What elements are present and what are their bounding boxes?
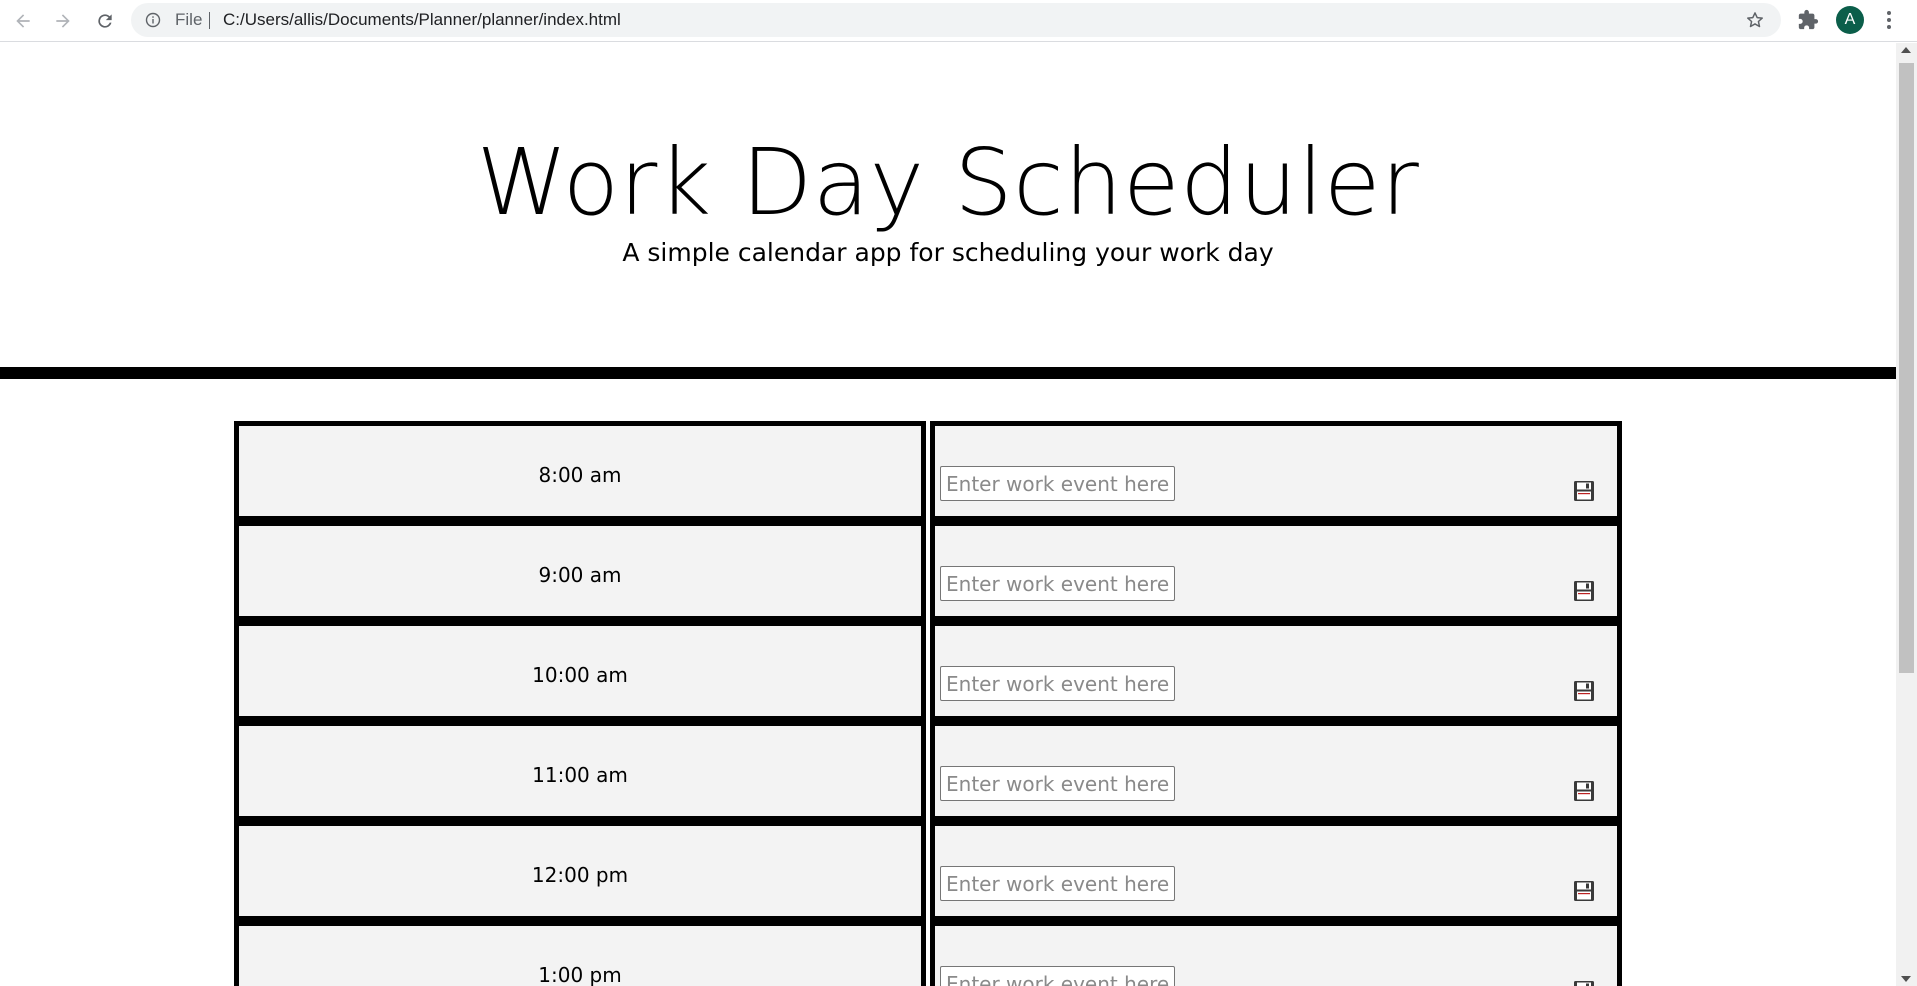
floppy-disk-icon (1574, 781, 1594, 801)
floppy-disk-icon (1574, 981, 1594, 986)
event-cell (930, 521, 1622, 621)
time-block-row: 11:00 am (234, 721, 1622, 821)
hour-label: 8:00 am (538, 463, 622, 487)
event-cell (930, 421, 1622, 521)
hour-cell: 1:00 pm (234, 921, 926, 986)
info-icon[interactable] (145, 12, 161, 28)
scroll-down-arrow-icon[interactable] (1901, 976, 1911, 982)
url-text[interactable]: C:/Users/allis/Documents/Planner/planner… (223, 3, 621, 37)
save-button[interactable] (1571, 679, 1597, 705)
event-cell (930, 821, 1622, 921)
hour-label: 1:00 pm (538, 963, 622, 986)
hour-label: 12:00 pm (531, 863, 629, 887)
hour-cell: 9:00 am (234, 521, 926, 621)
save-button[interactable] (1571, 579, 1597, 605)
save-button[interactable] (1571, 779, 1597, 805)
back-button[interactable] (8, 6, 38, 36)
forward-icon (56, 14, 70, 28)
header: Work Day Scheduler A simple calendar app… (0, 43, 1896, 367)
schedule-table: 8:00 am 9:00 am 10:00 am 11:00 am 12:00 pm 1:… (234, 421, 1622, 986)
page-subtitle: A simple calendar app for scheduling you… (622, 238, 1274, 267)
profile-avatar[interactable]: A (1836, 6, 1864, 34)
save-button[interactable] (1571, 879, 1597, 905)
header-divider (0, 367, 1896, 379)
hour-cell: 8:00 am (234, 421, 926, 521)
back-icon (16, 14, 30, 28)
time-block-row: 12:00 pm (234, 821, 1622, 921)
floppy-disk-icon (1574, 681, 1594, 701)
menu-icon[interactable] (1882, 8, 1896, 32)
browser-toolbar: File C:/Users/allis/Documents/Planner/pl… (0, 0, 1917, 42)
time-block-row: 9:00 am (234, 521, 1622, 621)
event-input[interactable] (940, 466, 1175, 501)
event-input[interactable] (940, 566, 1175, 601)
event-cell (930, 621, 1622, 721)
star-icon[interactable] (1745, 10, 1765, 30)
floppy-disk-icon (1574, 581, 1594, 601)
omnibox-separator (209, 12, 210, 29)
address-bar[interactable]: File C:/Users/allis/Documents/Planner/pl… (131, 3, 1781, 37)
time-block-row: 8:00 am (234, 421, 1622, 521)
hour-label: 11:00 am (532, 763, 628, 787)
scrollbar-thumb[interactable] (1899, 63, 1914, 673)
hour-cell: 12:00 pm (234, 821, 926, 921)
event-input[interactable] (940, 966, 1175, 986)
hour-label: 9:00 am (538, 563, 622, 587)
event-cell (930, 721, 1622, 821)
time-block-row: 10:00 am (234, 621, 1622, 721)
event-input[interactable] (940, 766, 1175, 801)
file-scheme-label: File (175, 10, 203, 29)
floppy-disk-icon (1574, 481, 1594, 501)
vertical-scrollbar[interactable] (1896, 43, 1917, 986)
page-viewport: Work Day Scheduler A simple calendar app… (0, 43, 1896, 986)
event-input[interactable] (940, 866, 1175, 901)
save-button[interactable] (1571, 479, 1597, 505)
floppy-disk-icon (1574, 881, 1594, 901)
extensions-icon[interactable] (1797, 9, 1819, 31)
scroll-up-arrow-icon[interactable] (1901, 47, 1911, 53)
event-input[interactable] (940, 666, 1175, 701)
time-block-row: 1:00 pm (234, 921, 1622, 986)
save-button[interactable] (1571, 979, 1597, 986)
page-title: Work Day Scheduler (476, 129, 1420, 236)
hour-cell: 10:00 am (234, 621, 926, 721)
reload-button[interactable] (90, 6, 120, 36)
reload-icon (98, 14, 112, 28)
hour-cell: 11:00 am (234, 721, 926, 821)
hour-label: 10:00 am (532, 663, 628, 687)
event-cell (930, 921, 1622, 986)
forward-button[interactable] (48, 6, 78, 36)
